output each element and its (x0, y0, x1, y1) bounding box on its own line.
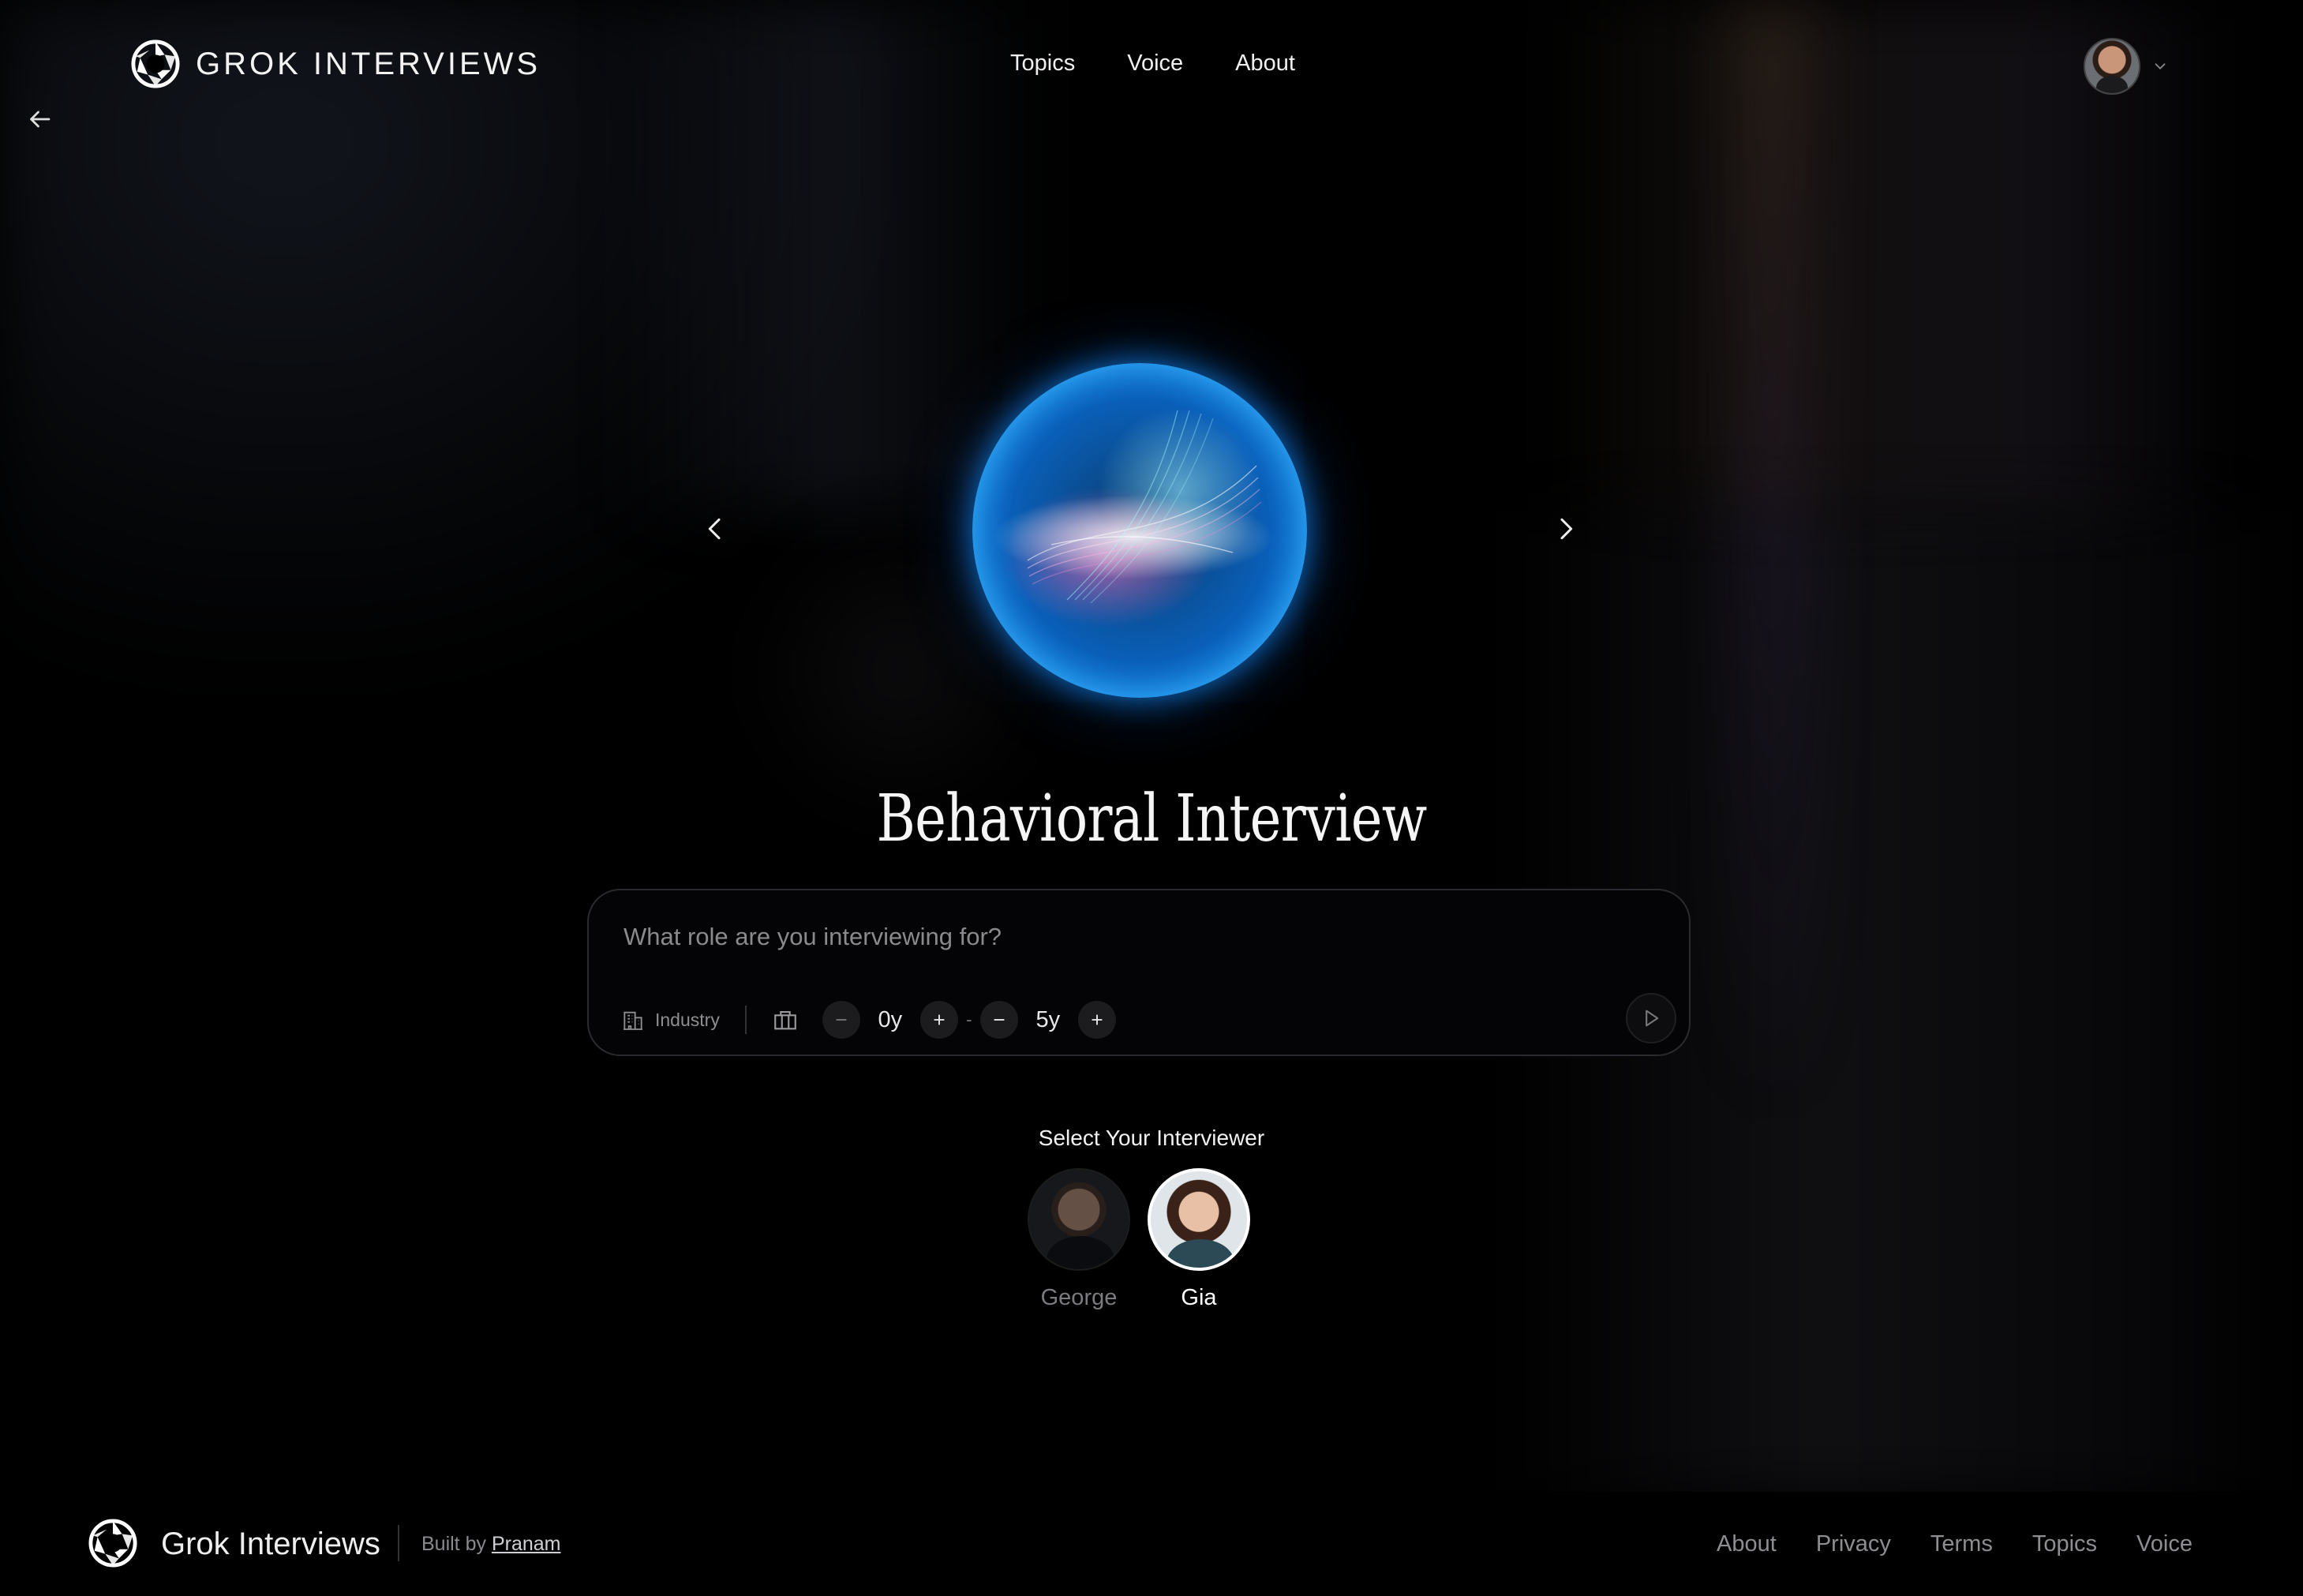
interviewer-george[interactable]: George (1026, 1168, 1132, 1311)
divider (398, 1525, 399, 1561)
experience-controls: Industry 0y - 5y (620, 999, 1116, 1040)
interviewer-avatar (1148, 1168, 1250, 1271)
built-by-prefix: Built by (421, 1533, 486, 1555)
divider (744, 1006, 747, 1034)
nav-voice[interactable]: Voice (1127, 51, 1183, 77)
footer-link-about[interactable]: About (1717, 1531, 1777, 1557)
chevron-left-icon[interactable] (699, 513, 731, 545)
footer-link-topics[interactable]: Topics (2032, 1531, 2097, 1557)
logo-icon (131, 39, 180, 88)
plus-icon (934, 1014, 945, 1025)
avatar (2084, 38, 2140, 95)
user-menu[interactable] (2084, 38, 2169, 95)
chevron-right-icon[interactable] (1550, 513, 1582, 545)
brand-name: GROK INTERVIEWS (196, 46, 541, 81)
chevron-down-icon (2155, 63, 2166, 70)
footer-links: About Privacy Terms Topics Voice (1717, 1531, 2193, 1557)
building-icon (623, 1011, 642, 1030)
interviewer-avatar (1028, 1168, 1130, 1271)
brand-logo[interactable]: GROK INTERVIEWS (131, 39, 541, 88)
interviewer-list: George Gia (1026, 1168, 1252, 1311)
play-icon (1646, 1010, 1659, 1027)
footer-link-terms[interactable]: Terms (1930, 1531, 1993, 1557)
main-nav: Topics Voice About (1010, 51, 1295, 77)
start-button[interactable] (1626, 993, 1676, 1043)
briefcase-icon (774, 1011, 796, 1030)
interviewer-name: George (1040, 1285, 1118, 1310)
built-by-link[interactable]: Pranam (492, 1533, 561, 1555)
page-title: Behavioral Interview (876, 781, 1428, 856)
nav-about[interactable]: About (1235, 51, 1295, 77)
nav-topics[interactable]: Topics (1010, 51, 1075, 77)
min-years-increment-button[interactable] (919, 1001, 958, 1039)
minus-icon (836, 1019, 847, 1021)
min-years-decrement-button[interactable] (822, 1001, 860, 1039)
minus-icon (994, 1019, 1005, 1021)
footer-link-voice[interactable]: Voice (2136, 1531, 2193, 1557)
role-prompt-box: Industry 0y - 5y (587, 889, 1691, 1056)
interviewer-heading: Select Your Interviewer (1038, 1126, 1265, 1150)
page: GROK INTERVIEWS Topics Voice About Behav… (0, 0, 2303, 1596)
max-years-decrement-button[interactable] (979, 1001, 1018, 1039)
built-by: Built by Pranam (421, 1533, 560, 1556)
industry-label: Industry (655, 1009, 720, 1030)
min-years-value: 0y (878, 1006, 903, 1032)
role-input[interactable] (622, 922, 1572, 952)
logo-icon[interactable] (88, 1519, 137, 1568)
range-separator: - (966, 1010, 972, 1029)
footer-link-privacy[interactable]: Privacy (1816, 1531, 1891, 1557)
footer-brand: Grok Interviews (161, 1527, 380, 1561)
back-arrow-icon[interactable] (25, 105, 54, 133)
footer: Grok Interviews Built by Pranam About Pr… (0, 1492, 2303, 1596)
topic-orb (972, 363, 1307, 698)
interviewer-name: Gia (1181, 1285, 1217, 1310)
interviewer-gia[interactable]: Gia (1146, 1168, 1252, 1311)
max-years-increment-button[interactable] (1077, 1001, 1116, 1039)
plus-icon (1092, 1014, 1103, 1025)
max-years-value: 5y (1035, 1006, 1061, 1032)
industry-selector[interactable]: Industry (620, 1007, 720, 1032)
